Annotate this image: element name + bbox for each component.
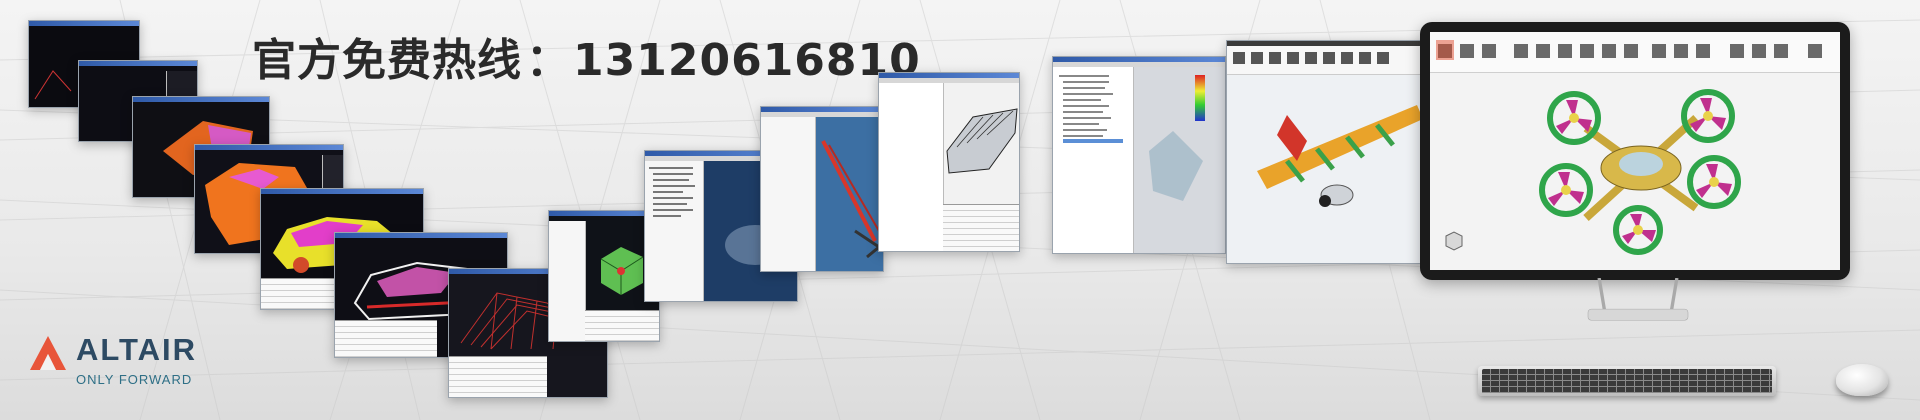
app-ribbon: [1430, 32, 1840, 73]
toolbar-icons: [1233, 52, 1389, 64]
mesh-icon: [34, 70, 72, 100]
altair-logo-mark-icon: [30, 336, 66, 370]
logo-brand: ALTAIR: [76, 332, 198, 367]
contour-icon: [1149, 75, 1205, 201]
crane-icon: [821, 140, 882, 259]
bus-icon: [946, 108, 1018, 174]
tree-icon: [1059, 75, 1123, 143]
hotline-heading: 官方免费热线：13120616810: [252, 24, 921, 88]
hotline-label: 官方免费热线: [252, 35, 522, 86]
mouse: [1836, 364, 1888, 396]
screenshot-red-crane-structure: [760, 106, 884, 272]
altair-logo: ALTAIR ONLY FORWARD: [28, 332, 208, 392]
screenshot-bus-frame-model: [878, 72, 1020, 252]
drone-icon: [1539, 89, 1741, 255]
hotline-separator: ：: [526, 35, 571, 86]
screenshot-contour-plot-view: [1052, 56, 1226, 254]
wing-icon: [1257, 105, 1423, 207]
monitor: [1420, 22, 1850, 280]
view-cube-icon: [1445, 231, 1463, 251]
hotline-number: 13120616810: [573, 35, 921, 86]
cube-icon: [600, 247, 644, 295]
screenshot-aircraft-wing-model: [1226, 40, 1424, 264]
keyboard: [1478, 366, 1776, 396]
monitor-screen: [1430, 32, 1840, 270]
monitor-stand: [1587, 278, 1689, 321]
tree-icon: [649, 167, 695, 217]
logo-tagline: ONLY FORWARD: [76, 372, 193, 387]
